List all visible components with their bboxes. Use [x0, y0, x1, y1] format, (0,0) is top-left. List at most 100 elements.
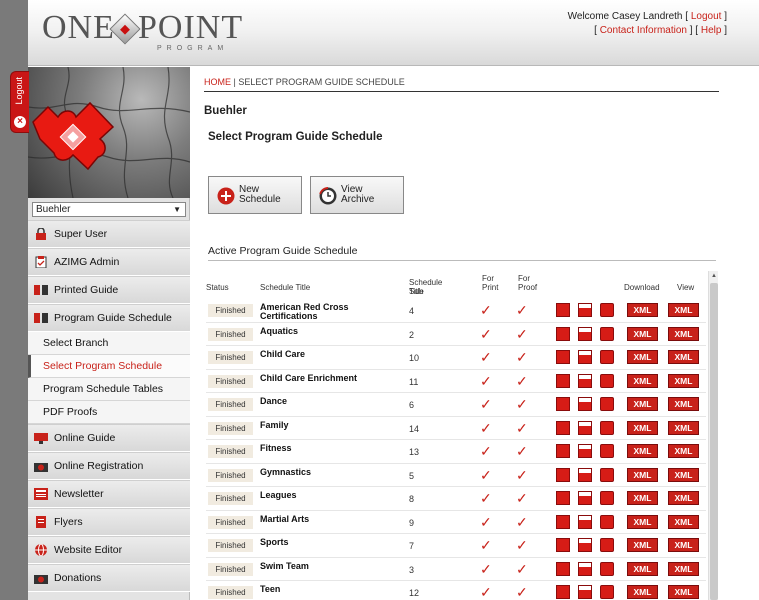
download-xml-button[interactable]: XML	[627, 561, 658, 576]
download-xml-button[interactable]: XML	[627, 397, 658, 411]
schedule-title[interactable]: Martial Arts	[260, 514, 400, 524]
for-print-check-icon[interactable]: ✓	[480, 537, 492, 553]
for-print-check-icon[interactable]: ✓	[480, 561, 492, 577]
for-proof-check-icon[interactable]: ✓	[516, 561, 528, 577]
schedule-title[interactable]: Fitness	[260, 444, 400, 453]
for-proof-check-icon[interactable]: ✓	[516, 302, 528, 318]
logout-link[interactable]: Logout	[691, 11, 722, 22]
breadcrumb-home-link[interactable]: HOME	[204, 77, 231, 87]
for-print-check-icon[interactable]: ✓	[480, 349, 492, 365]
view-xml-button[interactable]: XML	[668, 491, 699, 505]
view-xml-button[interactable]: XML	[668, 397, 699, 411]
edit-table-icon[interactable]	[556, 326, 570, 341]
for-print-check-icon[interactable]: ✓	[480, 302, 492, 318]
download-xml-button[interactable]: XML	[627, 303, 658, 317]
view-archive-button[interactable]: View Archive	[310, 176, 404, 214]
edit-table-icon[interactable]	[556, 303, 570, 317]
view-xml-button[interactable]: XML	[668, 467, 699, 482]
for-print-check-icon[interactable]: ✓	[480, 420, 492, 436]
pencil-edit-icon[interactable]	[600, 397, 614, 411]
pencil-edit-icon[interactable]	[600, 514, 614, 529]
for-proof-check-icon[interactable]: ✓	[516, 584, 528, 600]
edit-table-icon[interactable]	[556, 373, 570, 388]
for-print-check-icon[interactable]: ✓	[480, 490, 492, 506]
preview-document-icon[interactable]	[578, 491, 592, 505]
schedule-title[interactable]: Child Care	[260, 350, 400, 359]
sidebar-item-online-registration[interactable]: Online Registration	[28, 452, 190, 480]
download-xml-button[interactable]: XML	[627, 444, 658, 458]
sidebar-item-online-guide[interactable]: Online Guide	[28, 424, 190, 452]
schedule-title[interactable]: Teen	[260, 585, 400, 594]
edit-table-icon[interactable]	[556, 585, 570, 599]
view-xml-button[interactable]: XML	[668, 585, 699, 599]
pencil-edit-icon[interactable]	[600, 326, 614, 341]
for-proof-check-icon[interactable]: ✓	[516, 349, 528, 365]
download-xml-button[interactable]: XML	[627, 514, 658, 529]
preview-document-icon[interactable]	[578, 538, 592, 552]
schedule-title[interactable]: Child Care Enrichment	[260, 373, 400, 383]
edit-table-icon[interactable]	[556, 420, 570, 435]
sidebar-item-super-user[interactable]: Super User	[28, 220, 190, 248]
schedule-title[interactable]: Dance	[260, 397, 400, 406]
submenu-item-program-schedule-tables[interactable]: Program Schedule Tables	[28, 378, 190, 401]
edit-table-icon[interactable]	[556, 444, 570, 458]
for-proof-check-icon[interactable]: ✓	[516, 537, 528, 553]
for-proof-check-icon[interactable]: ✓	[516, 373, 528, 389]
sidebar-item-donations[interactable]: Donations	[28, 564, 190, 592]
sidebar-item-website-editor[interactable]: Website Editor	[28, 536, 190, 564]
pencil-edit-icon[interactable]	[600, 420, 614, 435]
preview-document-icon[interactable]	[578, 397, 592, 411]
submenu-item-select-branch[interactable]: Select Branch	[28, 332, 190, 355]
for-proof-check-icon[interactable]: ✓	[516, 443, 528, 459]
download-xml-button[interactable]: XML	[627, 326, 658, 341]
download-xml-button[interactable]: XML	[627, 373, 658, 388]
view-xml-button[interactable]: XML	[668, 538, 699, 552]
contact-information-link[interactable]: Contact Information	[600, 25, 687, 36]
download-xml-button[interactable]: XML	[627, 467, 658, 482]
pencil-edit-icon[interactable]	[600, 585, 614, 599]
help-link[interactable]: Help	[701, 25, 722, 36]
pencil-edit-icon[interactable]	[600, 538, 614, 552]
for-proof-check-icon[interactable]: ✓	[516, 396, 528, 412]
for-print-check-icon[interactable]: ✓	[480, 396, 492, 412]
schedule-title[interactable]: Gymnastics	[260, 467, 400, 477]
pencil-edit-icon[interactable]	[600, 491, 614, 505]
view-xml-button[interactable]: XML	[668, 561, 699, 576]
download-xml-button[interactable]: XML	[627, 491, 658, 505]
scrollbar-thumb[interactable]	[710, 283, 718, 600]
for-print-check-icon[interactable]: ✓	[480, 326, 492, 342]
edit-table-icon[interactable]	[556, 467, 570, 482]
for-print-check-icon[interactable]: ✓	[480, 373, 492, 389]
for-proof-check-icon[interactable]: ✓	[516, 467, 528, 483]
for-print-check-icon[interactable]: ✓	[480, 584, 492, 600]
onepoint-logo[interactable]: ONE POINT PROGRAM	[42, 8, 242, 52]
for-print-check-icon[interactable]: ✓	[480, 514, 492, 530]
logout-tab[interactable]: Logout ×	[10, 71, 29, 133]
preview-document-icon[interactable]	[578, 350, 592, 364]
preview-document-icon[interactable]	[578, 561, 592, 576]
sidebar-item-program-guide-schedule[interactable]: Program Guide Schedule	[28, 304, 190, 332]
for-proof-check-icon[interactable]: ✓	[516, 490, 528, 506]
sidebar-item-printed-guide[interactable]: Printed Guide	[28, 276, 190, 304]
schedule-title[interactable]: Leagues	[260, 491, 400, 500]
preview-document-icon[interactable]	[578, 420, 592, 435]
preview-document-icon[interactable]	[578, 373, 592, 388]
submenu-item-pdf-proofs[interactable]: PDF Proofs	[28, 401, 190, 424]
view-xml-button[interactable]: XML	[668, 350, 699, 364]
for-proof-check-icon[interactable]: ✓	[516, 514, 528, 530]
pencil-edit-icon[interactable]	[600, 561, 614, 576]
for-proof-check-icon[interactable]: ✓	[516, 420, 528, 436]
preview-document-icon[interactable]	[578, 303, 592, 317]
schedule-title[interactable]: American Red Cross Certifications	[260, 303, 400, 321]
schedule-title[interactable]: Swim Team	[260, 561, 400, 571]
pencil-edit-icon[interactable]	[600, 373, 614, 388]
edit-table-icon[interactable]	[556, 397, 570, 411]
preview-document-icon[interactable]	[578, 585, 592, 599]
for-proof-check-icon[interactable]: ✓	[516, 326, 528, 342]
download-xml-button[interactable]: XML	[627, 420, 658, 435]
view-xml-button[interactable]: XML	[668, 373, 699, 388]
preview-document-icon[interactable]	[578, 514, 592, 529]
pencil-edit-icon[interactable]	[600, 303, 614, 317]
sidebar-item-newsletter[interactable]: Newsletter	[28, 480, 190, 508]
edit-table-icon[interactable]	[556, 350, 570, 364]
